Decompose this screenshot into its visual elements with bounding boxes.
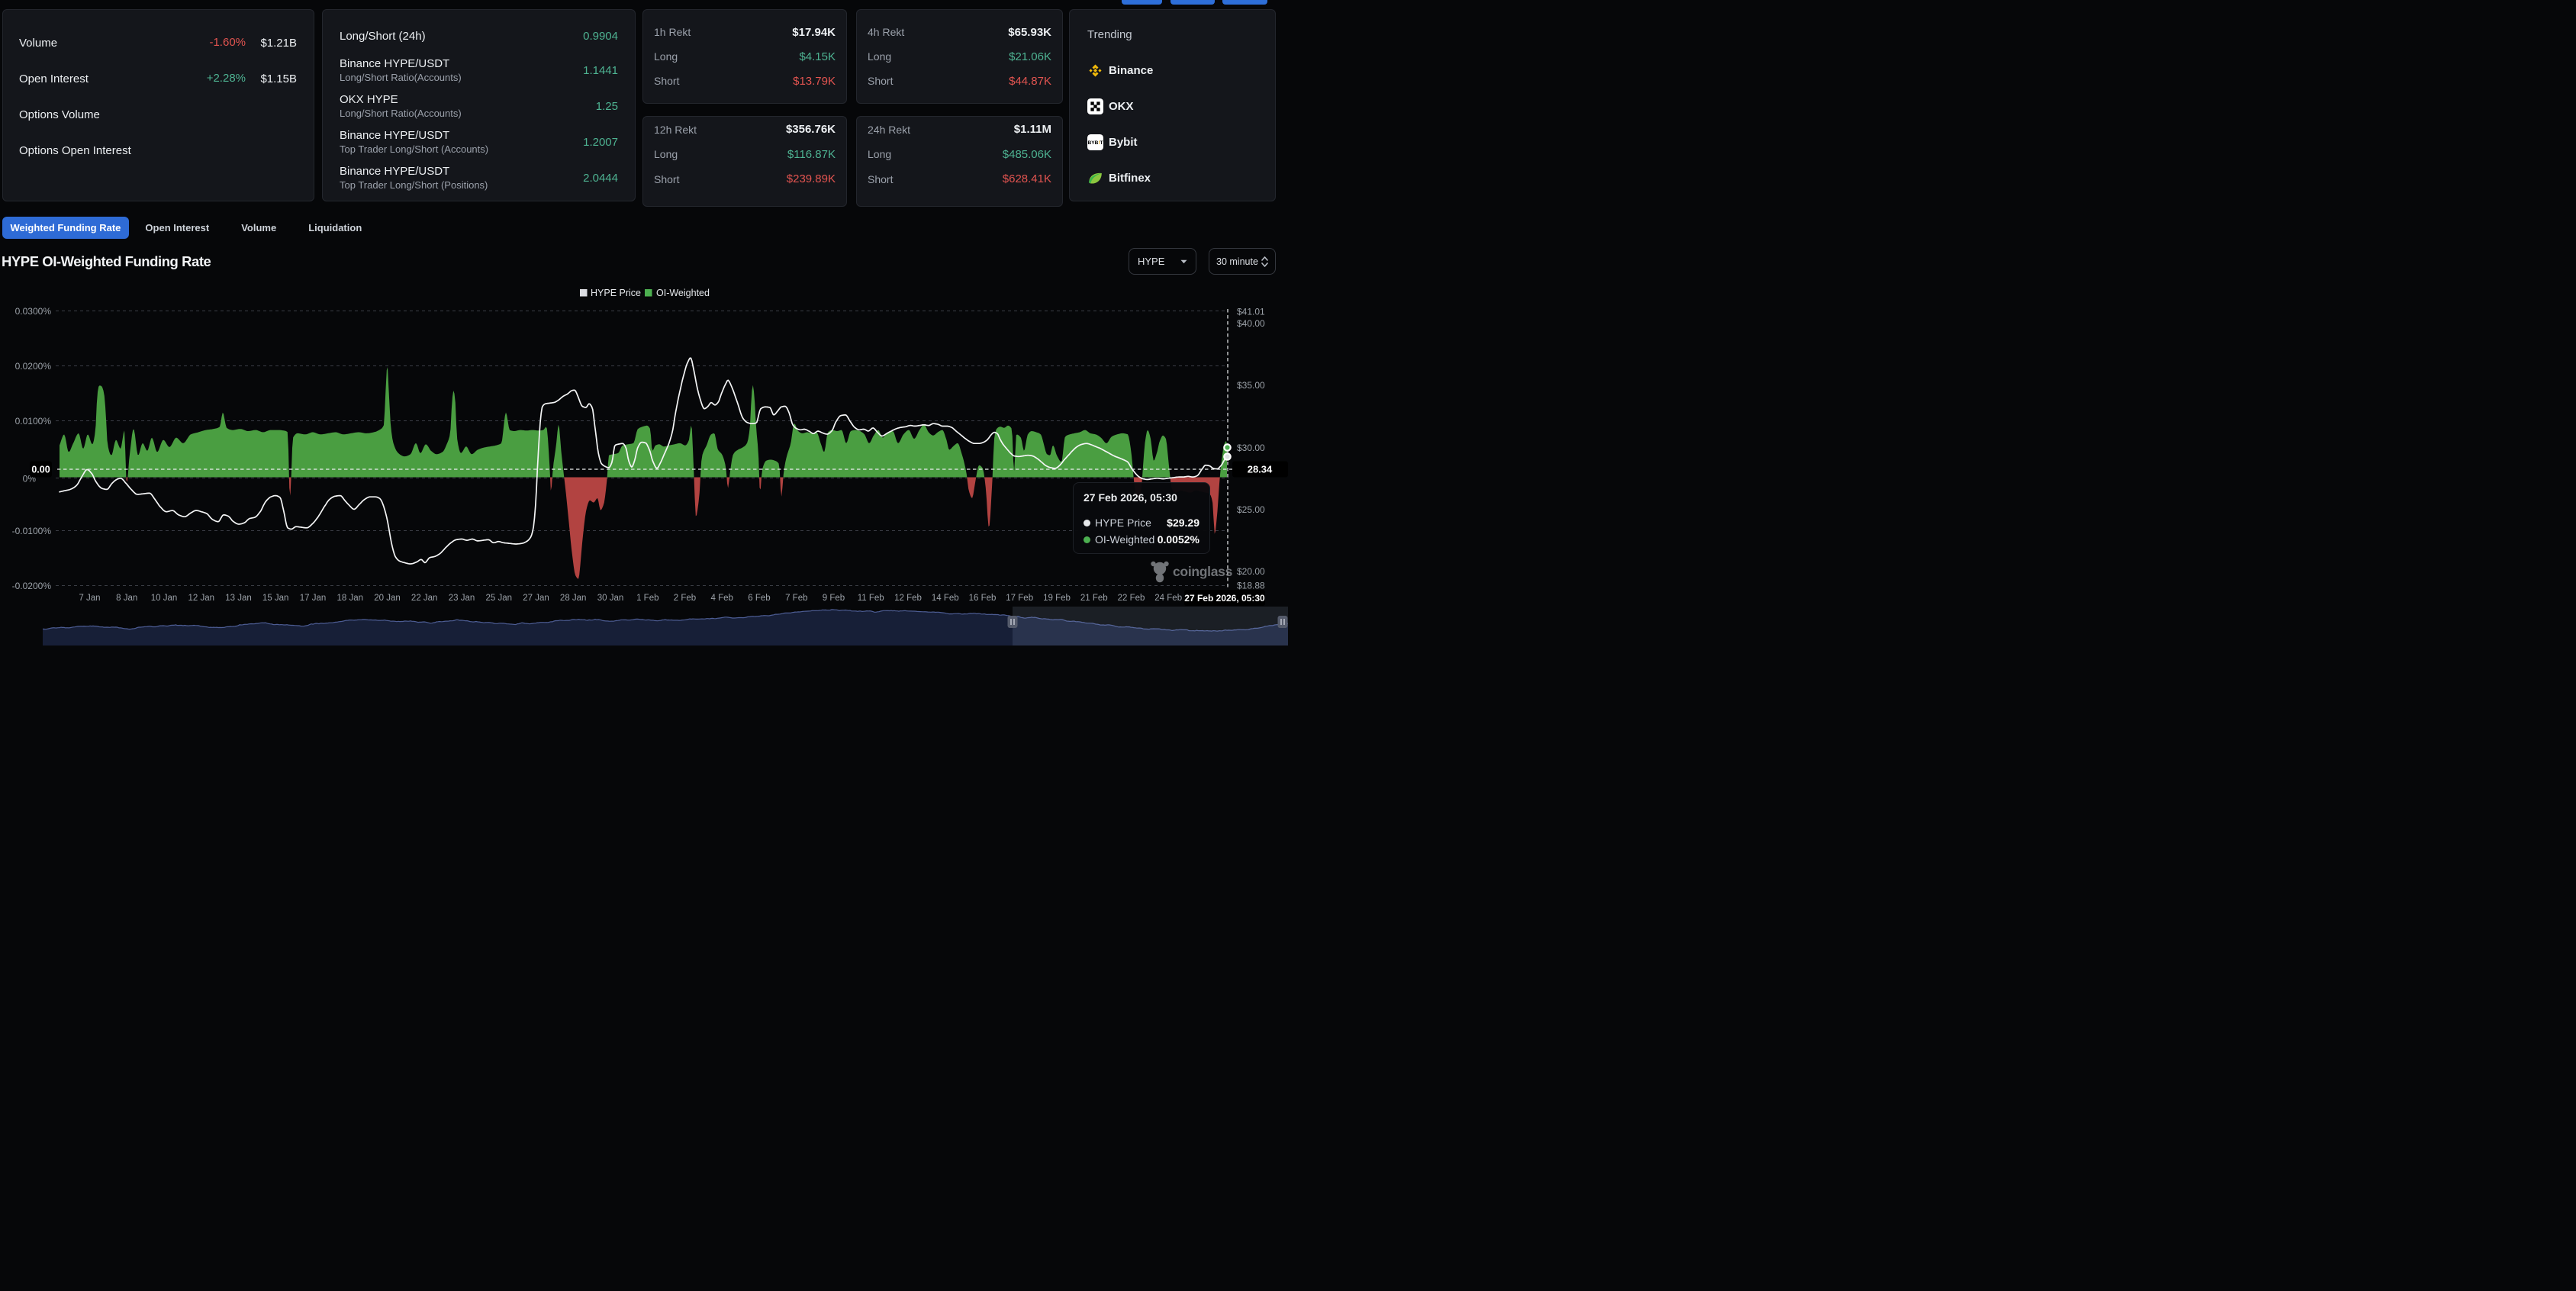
svg-text:6 Feb: 6 Feb [748,594,770,603]
svg-text:8 Jan: 8 Jan [116,594,137,603]
svg-text:18 Jan: 18 Jan [337,594,364,603]
svg-text:OI-Weighted: OI-Weighted [656,288,710,298]
svg-text:24 Feb: 24 Feb [1154,594,1182,603]
svg-text:12 Jan: 12 Jan [188,594,215,603]
svg-text:27 Jan: 27 Jan [523,594,549,603]
svg-text:coinglass: coinglass [1173,564,1233,579]
svg-text:9 Feb: 9 Feb [823,594,845,603]
svg-text:20 Jan: 20 Jan [374,594,401,603]
svg-text:0.00: 0.00 [31,465,50,475]
svg-text:28 Jan: 28 Jan [560,594,587,603]
svg-text:27 Feb 2026, 05:30: 27 Feb 2026, 05:30 [1184,593,1265,604]
svg-text:30 Jan: 30 Jan [597,594,624,603]
svg-text:$18.88: $18.88 [1237,581,1265,591]
svg-text:13 Jan: 13 Jan [225,594,252,603]
svg-text:22 Jan: 22 Jan [411,594,438,603]
svg-text:7 Feb: 7 Feb [785,594,807,603]
svg-text:0.0100%: 0.0100% [15,416,52,427]
svg-text:7 Jan: 7 Jan [79,594,100,603]
svg-text:0.0300%: 0.0300% [15,306,52,317]
svg-text:$30.00: $30.00 [1237,443,1265,453]
svg-text:28.34: 28.34 [1248,464,1273,475]
svg-text:23 Jan: 23 Jan [449,594,475,603]
svg-text:12 Feb: 12 Feb [894,594,922,603]
svg-text:4 Feb: 4 Feb [710,594,733,603]
svg-text:$40.00: $40.00 [1237,318,1265,329]
svg-text:1 Feb: 1 Feb [636,594,658,603]
svg-text:19 Feb: 19 Feb [1043,594,1071,603]
svg-text:0.0200%: 0.0200% [15,361,52,372]
svg-text:HYPE Price: HYPE Price [591,288,641,298]
svg-text:10 Jan: 10 Jan [151,594,178,603]
svg-text:25 Jan: 25 Jan [486,594,513,603]
svg-text:22 Feb: 22 Feb [1118,594,1145,603]
svg-text:-0.0100%: -0.0100% [12,526,52,536]
svg-text:16 Feb: 16 Feb [969,594,997,603]
svg-text:2 Feb: 2 Feb [674,594,696,603]
svg-text:14 Feb: 14 Feb [932,594,959,603]
svg-text:$35.00: $35.00 [1237,380,1265,391]
svg-text:$41.01: $41.01 [1237,307,1265,317]
svg-text:-0.0200%: -0.0200% [12,581,52,591]
svg-text:$20.00: $20.00 [1237,566,1265,577]
svg-text:17 Feb: 17 Feb [1006,594,1033,603]
svg-text:$25.00: $25.00 [1237,504,1265,515]
svg-text:21 Feb: 21 Feb [1080,594,1108,603]
svg-text:17 Jan: 17 Jan [300,594,327,603]
svg-text:15 Jan: 15 Jan [262,594,289,603]
svg-text:11 Feb: 11 Feb [858,594,884,603]
